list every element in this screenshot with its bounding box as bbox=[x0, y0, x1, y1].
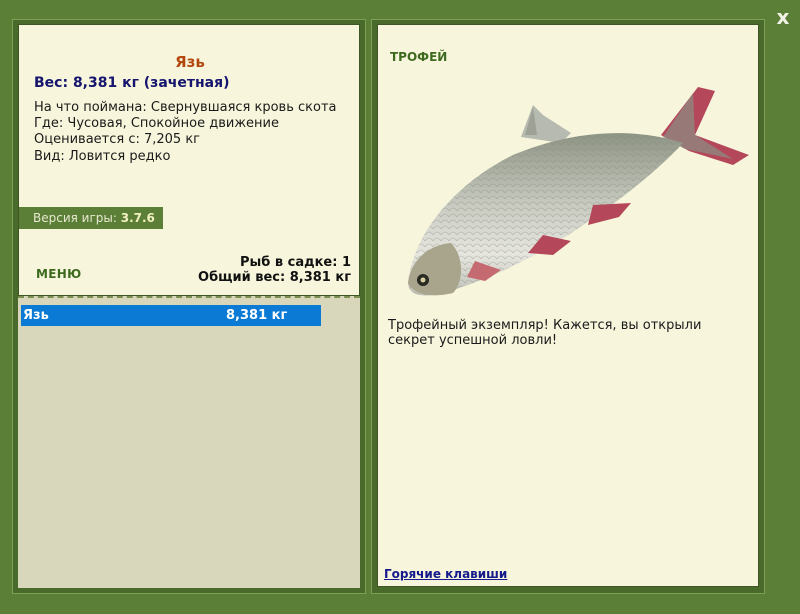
fish-count: Рыб в садке: 1 bbox=[239, 255, 351, 270]
ide-fish-image bbox=[408, 87, 749, 296]
list-item-weight: 8,381 кг bbox=[226, 308, 288, 323]
catch-details: Язь Вес: 8,381 кг (зачетная) На что пойм… bbox=[18, 24, 360, 296]
rarity-info: Вид: Ловится редко bbox=[34, 149, 171, 164]
list-item[interactable]: Язь 8,381 кг bbox=[21, 305, 321, 326]
bait-info: На что поймана: Свернувшаяся кровь скота bbox=[34, 100, 337, 115]
list-item-name: Язь bbox=[23, 308, 49, 323]
trophy-panel: ТРОФЕЙ Трофейный экземпляр! Кажется, вы … bbox=[371, 19, 765, 594]
keepnet-list[interactable]: Язь 8,381 кг bbox=[18, 296, 360, 588]
version-label: Версия игры: bbox=[33, 211, 117, 225]
trophy-message: Трофейный экземпляр! Кажется, вы открыли… bbox=[388, 318, 702, 348]
trophy-title: ТРОФЕЙ bbox=[390, 50, 448, 64]
valued-from-info: Оценивается с: 7,205 кг bbox=[34, 132, 201, 147]
version-value: 3.7.6 bbox=[120, 211, 155, 225]
close-icon[interactable]: x bbox=[777, 5, 790, 29]
close-button[interactable]: x bbox=[772, 6, 794, 28]
fish-weight: Вес: 8,381 кг (зачетная) bbox=[34, 75, 230, 91]
fish-name: Язь bbox=[175, 53, 205, 71]
version-bar: Версия игры: 3.7.6 bbox=[19, 207, 163, 229]
catch-info-panel: Язь Вес: 8,381 кг (зачетная) На что пойм… bbox=[12, 19, 366, 594]
hotkeys-link[interactable]: Горячие клавиши bbox=[384, 567, 507, 581]
trophy-content: ТРОФЕЙ Трофейный экземпляр! Кажется, вы … bbox=[377, 24, 759, 587]
total-weight: Общий вес: 8,381 кг bbox=[198, 270, 351, 285]
location-info: Где: Чусовая, Спокойное движение bbox=[34, 116, 279, 131]
menu-button[interactable]: МЕНЮ bbox=[36, 267, 81, 281]
